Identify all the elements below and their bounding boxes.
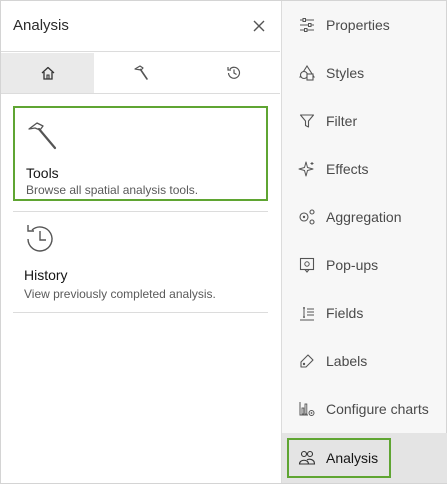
- configure-charts-icon: [298, 400, 316, 418]
- sidebar-item-popups[interactable]: Pop-ups: [282, 241, 447, 289]
- labels-icon: [298, 352, 316, 370]
- tools-description: Browse all spatial analysis tools.: [26, 183, 199, 197]
- panel-header: Analysis: [1, 1, 280, 52]
- tab-tools[interactable]: [94, 53, 187, 93]
- analysis-icon: [298, 449, 316, 467]
- sidebar-item-label: Configure charts: [326, 401, 429, 417]
- hammer-icon: [28, 122, 57, 150]
- sidebar-item-effects[interactable]: Effects: [282, 145, 447, 193]
- tab-home[interactable]: [1, 53, 94, 93]
- sidebar-item-aggregation[interactable]: Aggregation: [282, 193, 447, 241]
- sidebar-item-styles[interactable]: Styles: [282, 49, 447, 97]
- tools-title: Tools: [26, 165, 59, 181]
- sidebar-item-configure-charts[interactable]: Configure charts: [282, 385, 447, 433]
- properties-icon: [298, 16, 316, 34]
- hammer-icon: [133, 65, 148, 80]
- history-icon: [27, 225, 53, 252]
- sidebar-item-labels[interactable]: Labels: [282, 337, 447, 385]
- close-icon: [253, 20, 265, 32]
- history-title: History: [24, 267, 68, 283]
- sidebar-item-analysis[interactable]: Analysis: [282, 433, 447, 483]
- popups-icon: [298, 256, 316, 274]
- home-icon: [41, 66, 54, 80]
- panel-tabs: [1, 53, 280, 94]
- sidebar-item-label: Labels: [326, 353, 368, 369]
- layer-sidebar: Properties Styles Filter Effects Aggrega…: [281, 1, 447, 483]
- styles-icon: [298, 64, 316, 82]
- history-card[interactable]: History View previously completed analys…: [13, 211, 268, 313]
- sidebar-item-label: Aggregation: [326, 209, 402, 225]
- history-description: View previously completed analysis.: [24, 287, 216, 301]
- panel-title: Analysis: [13, 17, 69, 34]
- history-icon: [226, 66, 240, 79]
- close-button[interactable]: [248, 15, 270, 37]
- sidebar-item-label: Pop-ups: [326, 257, 379, 273]
- sidebar-item-label: Filter: [326, 113, 358, 129]
- fields-icon: [298, 304, 316, 322]
- tools-card[interactable]: Tools Browse all spatial analysis tools.: [13, 106, 268, 201]
- effects-icon: [298, 160, 316, 178]
- sidebar-item-filter[interactable]: Filter: [282, 97, 447, 145]
- sidebar-item-properties[interactable]: Properties: [282, 1, 447, 49]
- sidebar-item-label: Styles: [326, 65, 365, 81]
- sidebar-item-label: Properties: [326, 17, 390, 33]
- filter-icon: [298, 112, 316, 130]
- analysis-panel: Analysis Tools Browse all spatial analys…: [1, 1, 280, 483]
- sidebar-item-label: Effects: [326, 161, 369, 177]
- aggregation-icon: [298, 208, 316, 226]
- sidebar-item-label: Fields: [326, 305, 364, 321]
- tab-history[interactable]: [187, 53, 280, 93]
- sidebar-item-fields[interactable]: Fields: [282, 289, 447, 337]
- sidebar-item-label: Analysis: [326, 450, 379, 466]
